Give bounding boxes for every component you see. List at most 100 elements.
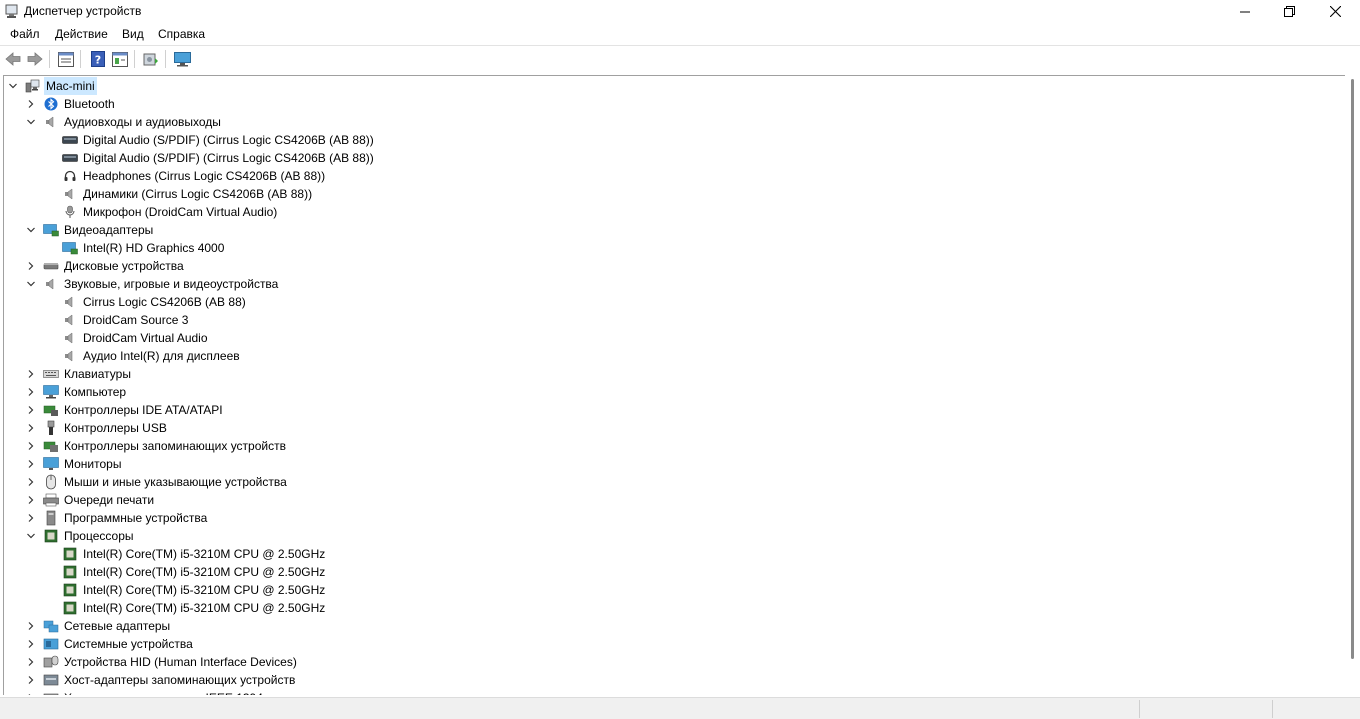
chevron-right-icon[interactable] — [26, 261, 36, 271]
audio-port-icon — [62, 132, 78, 148]
hid-icon — [43, 654, 59, 670]
update-driver-icon[interactable] — [111, 50, 129, 68]
audio-port-icon — [62, 150, 78, 166]
menu-help[interactable]: Справка — [158, 27, 205, 41]
chevron-right-icon[interactable] — [26, 405, 36, 415]
chevron-right-icon[interactable] — [26, 387, 36, 397]
status-bar — [0, 697, 1360, 719]
tree-category[interactable]: Системные устройства — [4, 635, 604, 653]
properties-icon[interactable] — [57, 50, 75, 68]
tree-category[interactable]: Звуковые, игровые и видеоустройства — [4, 275, 604, 293]
chevron-right-icon[interactable] — [26, 693, 36, 695]
menu-action[interactable]: Действие — [55, 27, 108, 41]
tree-category[interactable]: Видеоадаптеры — [4, 221, 604, 239]
menu-view[interactable]: Вид — [122, 27, 144, 41]
tree-category[interactable]: Очереди печати — [4, 491, 604, 509]
chevron-right-icon[interactable] — [26, 639, 36, 649]
tree-device[interactable]: Cirrus Logic CS4206B (AB 88) — [4, 293, 604, 311]
help-icon[interactable]: ? — [89, 50, 107, 68]
tree-category[interactable]: Аудиовходы и аудиовыходы — [4, 113, 604, 131]
tree-device[interactable]: Аудио Intel(R) для дисплеев — [4, 347, 604, 365]
scan-hardware-icon[interactable] — [142, 50, 160, 68]
tree-category[interactable]: Компьютер — [4, 383, 604, 401]
forward-arrow-icon[interactable] — [26, 50, 44, 68]
tree-item-label: DroidCam Source 3 — [83, 313, 189, 327]
tree-item-label: Digital Audio (S/PDIF) (Cirrus Logic CS4… — [83, 133, 374, 147]
chevron-down-icon[interactable] — [26, 531, 36, 541]
tree-device[interactable]: DroidCam Source 3 — [4, 311, 604, 329]
chevron-right-icon[interactable] — [26, 675, 36, 685]
computer-icon — [43, 384, 59, 400]
tree-device[interactable]: Intel(R) Core(TM) i5-3210M CPU @ 2.50GHz — [4, 599, 604, 617]
system-device-icon — [43, 636, 59, 652]
vertical-scrollbar[interactable] — [1346, 75, 1360, 695]
chevron-right-icon[interactable] — [26, 621, 36, 631]
chevron-right-icon[interactable] — [26, 657, 36, 667]
minimize-button[interactable] — [1222, 0, 1268, 23]
firewire-icon — [43, 690, 59, 695]
processor-icon — [62, 582, 78, 598]
usb-icon — [43, 420, 59, 436]
tree-device[interactable]: Динамики (Cirrus Logic CS4206B (AB 88)) — [4, 185, 604, 203]
tree-item-label: Мыши и иные указывающие устройства — [64, 475, 287, 489]
tree-category[interactable]: Хост-контроллеры шины IEEE 1394 — [4, 689, 604, 695]
chevron-down-icon[interactable] — [26, 279, 36, 289]
tree-category[interactable]: Хост-адаптеры запоминающих устройств — [4, 671, 604, 689]
tree-device[interactable]: Digital Audio (S/PDIF) (Cirrus Logic CS4… — [4, 149, 604, 167]
tree-category[interactable]: Контроллеры запоминающих устройств — [4, 437, 604, 455]
tree-category[interactable]: Дисковые устройства — [4, 257, 604, 275]
chevron-right-icon[interactable] — [26, 423, 36, 433]
chevron-right-icon[interactable] — [26, 513, 36, 523]
tree-item-label: Intel(R) HD Graphics 4000 — [83, 241, 225, 255]
tree-item-label: Bluetooth — [64, 97, 115, 111]
tree-category[interactable]: Сетевые адаптеры — [4, 617, 604, 635]
speaker-icon — [62, 312, 78, 328]
tree-category[interactable]: Мониторы — [4, 455, 604, 473]
tree-device[interactable]: Headphones (Cirrus Logic CS4206B (AB 88)… — [4, 167, 604, 185]
chevron-right-icon[interactable] — [26, 459, 36, 469]
chevron-right-icon[interactable] — [26, 99, 36, 109]
tree-device[interactable]: Intel(R) HD Graphics 4000 — [4, 239, 604, 257]
tree-item-label: Видеоадаптеры — [64, 223, 154, 237]
tree-device[interactable]: Intel(R) Core(TM) i5-3210M CPU @ 2.50GHz — [4, 545, 604, 563]
microphone-icon — [62, 204, 78, 220]
monitor-icon[interactable] — [173, 50, 191, 68]
device-tree[interactable]: Mac-mini Bluetooth Аудиовходы и аудиовыхо… — [3, 75, 1345, 695]
tree-category[interactable]: Клавиатуры — [4, 365, 604, 383]
tree-item-label: Контроллеры запоминающих устройств — [64, 439, 286, 453]
tree-item-label: Intel(R) Core(TM) i5-3210M CPU @ 2.50GHz — [83, 583, 326, 597]
tree-root[interactable]: Mac-mini — [4, 77, 304, 95]
speaker-icon — [43, 114, 59, 130]
chevron-right-icon[interactable] — [26, 369, 36, 379]
back-arrow-icon[interactable] — [4, 50, 22, 68]
tree-category[interactable]: Программные устройства — [4, 509, 604, 527]
tree-item-label: Процессоры — [64, 529, 134, 543]
speaker-icon — [62, 330, 78, 346]
tree-device[interactable]: Digital Audio (S/PDIF) (Cirrus Logic CS4… — [4, 131, 604, 149]
maximize-button[interactable] — [1266, 0, 1312, 23]
tree-category[interactable]: Процессоры — [4, 527, 604, 545]
chevron-down-icon[interactable] — [26, 117, 36, 127]
tree-category[interactable]: Контроллеры IDE ATA/ATAPI — [4, 401, 604, 419]
scrollbar-thumb[interactable] — [1351, 79, 1354, 659]
display-adapter-icon — [62, 240, 78, 256]
tree-device[interactable]: Intel(R) Core(TM) i5-3210M CPU @ 2.50GHz — [4, 563, 604, 581]
tree-item-label: Cirrus Logic CS4206B (AB 88) — [83, 295, 246, 309]
tree-item-label: Устройства HID (Human Interface Devices) — [64, 655, 297, 669]
chevron-right-icon[interactable] — [26, 441, 36, 451]
close-button[interactable] — [1312, 0, 1358, 23]
tree-category[interactable]: Устройства HID (Human Interface Devices) — [4, 653, 604, 671]
chevron-down-icon[interactable] — [8, 81, 18, 91]
menu-file[interactable]: Файл — [10, 27, 40, 41]
tree-category[interactable]: Bluetooth — [4, 95, 604, 113]
tree-device[interactable]: Intel(R) Core(TM) i5-3210M CPU @ 2.50GHz — [4, 581, 604, 599]
chevron-right-icon[interactable] — [26, 495, 36, 505]
tree-device[interactable]: Микрофон (DroidCam Virtual Audio) — [4, 203, 604, 221]
tree-category[interactable]: Контроллеры USB — [4, 419, 604, 437]
tree-category[interactable]: Мыши и иные указывающие устройства — [4, 473, 604, 491]
chevron-down-icon[interactable] — [26, 225, 36, 235]
chevron-right-icon[interactable] — [26, 477, 36, 487]
tree-item-label: Очереди печати — [64, 493, 155, 507]
tree-device[interactable]: DroidCam Virtual Audio — [4, 329, 604, 347]
tree-item-label: Контроллеры IDE ATA/ATAPI — [64, 403, 223, 417]
